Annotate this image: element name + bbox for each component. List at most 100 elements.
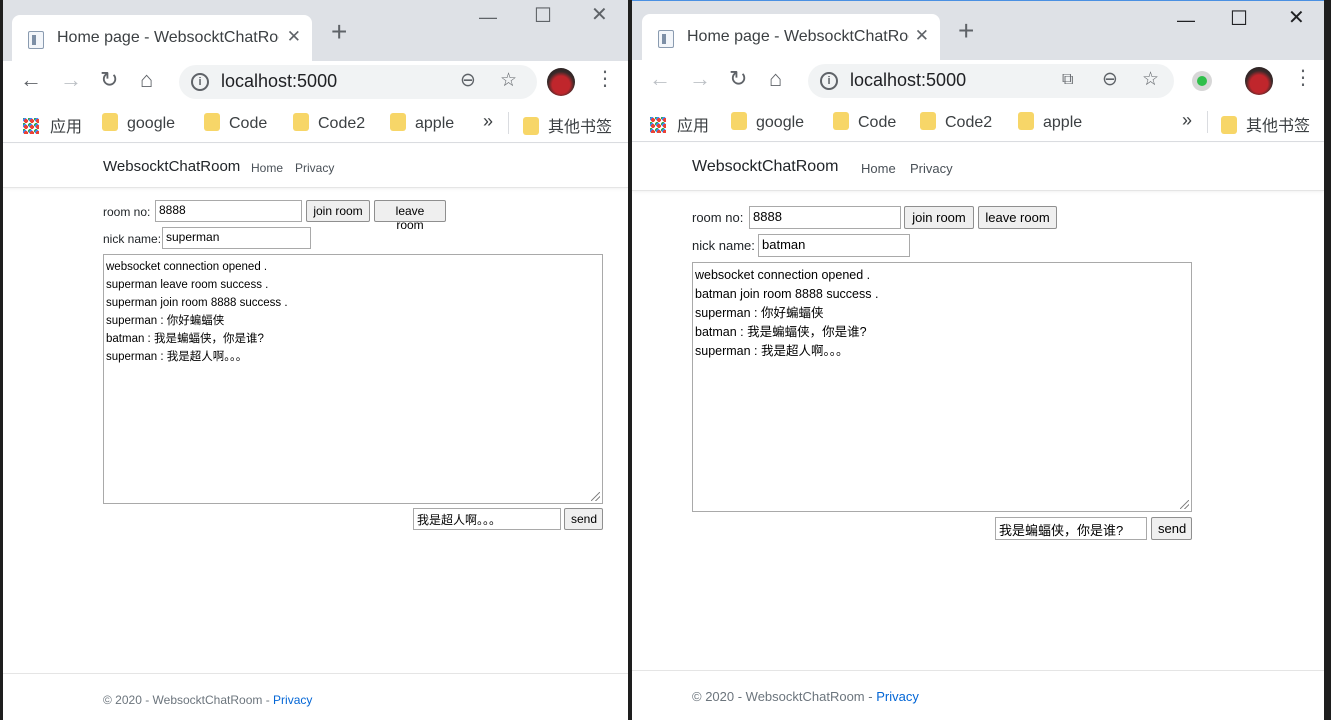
profile-avatar[interactable] bbox=[1245, 67, 1273, 95]
bookmark-google[interactable]: google bbox=[102, 113, 175, 133]
close-window-icon[interactable]: ✕ bbox=[591, 5, 608, 25]
footer-privacy-link[interactable]: Privacy bbox=[273, 693, 312, 707]
browser-toolbar: ← → ↻ ⌂ i localhost:5000 ⊖ ☆ ⋮ bbox=[3, 61, 628, 103]
bookmark-apps[interactable]: 应用 bbox=[650, 112, 709, 136]
bookmark-apple[interactable]: apple bbox=[390, 113, 454, 133]
back-icon[interactable]: ← bbox=[20, 69, 42, 91]
bookmark-star-icon[interactable]: ☆ bbox=[500, 71, 517, 90]
join-room-button[interactable]: join room bbox=[306, 200, 370, 222]
folder-icon bbox=[204, 113, 220, 131]
minimize-icon[interactable]: — bbox=[479, 8, 497, 26]
new-tab-icon[interactable]: + bbox=[331, 18, 347, 46]
room-no-input[interactable]: 8888 bbox=[749, 206, 901, 229]
tab-strip: Home page - WebsocktChatRoom ✕ + — ☐ ✕ bbox=[632, 1, 1324, 60]
browser-tab[interactable]: Home page - WebsocktChatRoom ✕ bbox=[642, 14, 940, 60]
room-no-label: room no: bbox=[692, 210, 744, 225]
leave-room-button[interactable]: leave room bbox=[978, 206, 1057, 229]
browser-window-right: Home page - WebsocktChatRoom ✕ + — ☐ ✕ ←… bbox=[632, 0, 1324, 720]
nick-name-label: nick name: bbox=[103, 232, 162, 246]
bookmarks-bar: 应用 google Code Code2 apple » 其他书签 bbox=[3, 103, 628, 143]
reload-icon[interactable]: ↻ bbox=[729, 68, 747, 90]
extension-icon[interactable] bbox=[1192, 71, 1212, 91]
site-brand[interactable]: WebsocktChatRoom bbox=[103, 158, 240, 175]
chat-message: superman : 我是超人啊。。。 bbox=[695, 344, 849, 358]
close-window-icon[interactable]: ✕ bbox=[1288, 8, 1305, 28]
zoom-out-icon[interactable]: ⊖ bbox=[1102, 70, 1118, 89]
nav-privacy[interactable]: Privacy bbox=[295, 161, 334, 175]
nav-privacy[interactable]: Privacy bbox=[910, 161, 953, 176]
chat-message: batman : 我是蝙蝠侠，你是谁? bbox=[695, 325, 867, 339]
bookmark-code2[interactable]: Code2 bbox=[920, 112, 992, 132]
bookmark-star-icon[interactable]: ☆ bbox=[1142, 70, 1159, 89]
close-tab-icon[interactable]: ✕ bbox=[287, 27, 301, 47]
chat-message: batman : 我是蝙蝠侠，你是谁? bbox=[106, 333, 264, 345]
nav-home[interactable]: Home bbox=[251, 161, 283, 175]
message-input[interactable]: 我是蝙蝠侠，你是谁? bbox=[995, 517, 1147, 540]
address-url: localhost:5000 bbox=[221, 71, 338, 91]
send-button[interactable]: send bbox=[564, 508, 603, 530]
footer-privacy-link[interactable]: Privacy bbox=[876, 689, 919, 704]
bookmark-code2[interactable]: Code2 bbox=[293, 113, 365, 133]
new-tab-icon[interactable]: + bbox=[958, 17, 974, 45]
menu-icon[interactable]: ⋮ bbox=[595, 69, 615, 89]
site-navbar: WebsocktChatRoom Home Privacy bbox=[3, 144, 628, 188]
site-footer: © 2020 - WebsocktChatRoom - Privacy bbox=[632, 670, 1324, 720]
bookmarks-bar: 应用 google Code Code2 apple » 其他书签 bbox=[632, 102, 1324, 142]
bookmark-other[interactable]: 其他书签 bbox=[1221, 112, 1310, 136]
room-no-input[interactable]: 8888 bbox=[155, 200, 302, 222]
send-button[interactable]: send bbox=[1151, 517, 1192, 540]
menu-icon[interactable]: ⋮ bbox=[1293, 68, 1313, 88]
cast-icon[interactable]: ⧉ bbox=[1062, 72, 1073, 88]
chat-message: superman : 你好蝙蝠侠 bbox=[695, 306, 824, 320]
bookmark-code[interactable]: Code bbox=[204, 113, 267, 133]
home-icon[interactable]: ⌂ bbox=[140, 69, 153, 91]
nav-home[interactable]: Home bbox=[861, 161, 896, 176]
folder-icon bbox=[523, 117, 539, 135]
nick-name-input[interactable]: superman bbox=[162, 227, 311, 249]
resize-grip-icon[interactable] bbox=[1180, 500, 1189, 509]
resize-grip-icon[interactable] bbox=[591, 492, 600, 501]
site-info-icon[interactable]: i bbox=[820, 72, 838, 90]
maximize-icon[interactable]: ☐ bbox=[1230, 9, 1248, 29]
site-info-icon[interactable]: i bbox=[191, 73, 209, 91]
bookmark-google[interactable]: google bbox=[731, 112, 804, 132]
home-icon[interactable]: ⌂ bbox=[769, 68, 782, 90]
browser-tab[interactable]: Home page - WebsocktChatRoom ✕ bbox=[12, 15, 312, 61]
message-input[interactable]: 我是超人啊。。。 bbox=[413, 508, 561, 530]
chat-log-textarea[interactable]: websocket connection opened . batman joi… bbox=[692, 262, 1192, 512]
bookmark-code[interactable]: Code bbox=[833, 112, 896, 132]
chat-log-textarea[interactable]: websocket connection opened . superman l… bbox=[103, 254, 603, 504]
chat-message: superman : 你好蝙蝠侠 bbox=[106, 315, 225, 327]
address-bar[interactable]: i localhost:5000 ⧉ ⊖ ☆ bbox=[808, 64, 1174, 98]
nick-name-label: nick name: bbox=[692, 238, 755, 253]
back-icon[interactable]: ← bbox=[649, 68, 671, 90]
bookmark-apple[interactable]: apple bbox=[1018, 112, 1082, 132]
maximize-icon[interactable]: ☐ bbox=[534, 6, 552, 26]
footer-copyright: © 2020 - WebsocktChatRoom - bbox=[692, 689, 877, 704]
address-bar[interactable]: i localhost:5000 ⊖ ☆ bbox=[179, 65, 537, 99]
nick-name-input[interactable]: batman bbox=[758, 234, 910, 257]
chat-message: websocket connection opened . bbox=[106, 261, 268, 273]
folder-icon bbox=[731, 112, 747, 130]
folder-icon bbox=[920, 112, 936, 130]
room-no-label: room no: bbox=[103, 205, 151, 219]
site-brand[interactable]: WebsocktChatRoom bbox=[692, 158, 838, 176]
bookmark-apps[interactable]: 应用 bbox=[23, 113, 82, 137]
leave-room-button[interactable]: leave room bbox=[374, 200, 446, 232]
tab-strip: Home page - WebsocktChatRoom ✕ + — ☐ ✕ bbox=[3, 0, 628, 61]
address-url: localhost:5000 bbox=[850, 70, 967, 90]
browser-toolbar: ← → ↻ ⌂ i localhost:5000 ⧉ ⊖ ☆ ⋮ bbox=[632, 60, 1324, 102]
join-room-button[interactable]: join room bbox=[904, 206, 974, 229]
profile-avatar[interactable] bbox=[547, 68, 575, 96]
minimize-icon[interactable]: — bbox=[1177, 11, 1195, 29]
forward-icon[interactable]: → bbox=[60, 69, 82, 91]
bookmarks-overflow-icon[interactable]: » bbox=[483, 111, 493, 132]
chat-message: superman join room 8888 success . bbox=[106, 297, 288, 309]
close-tab-icon[interactable]: ✕ bbox=[915, 26, 929, 46]
zoom-out-icon[interactable]: ⊖ bbox=[460, 71, 476, 90]
forward-icon[interactable]: → bbox=[689, 68, 711, 90]
bookmark-other[interactable]: 其他书签 bbox=[523, 113, 612, 137]
bookmarks-overflow-icon[interactable]: » bbox=[1182, 110, 1192, 131]
reload-icon[interactable]: ↻ bbox=[100, 69, 118, 91]
footer-copyright: © 2020 - WebsocktChatRoom - bbox=[103, 693, 274, 707]
